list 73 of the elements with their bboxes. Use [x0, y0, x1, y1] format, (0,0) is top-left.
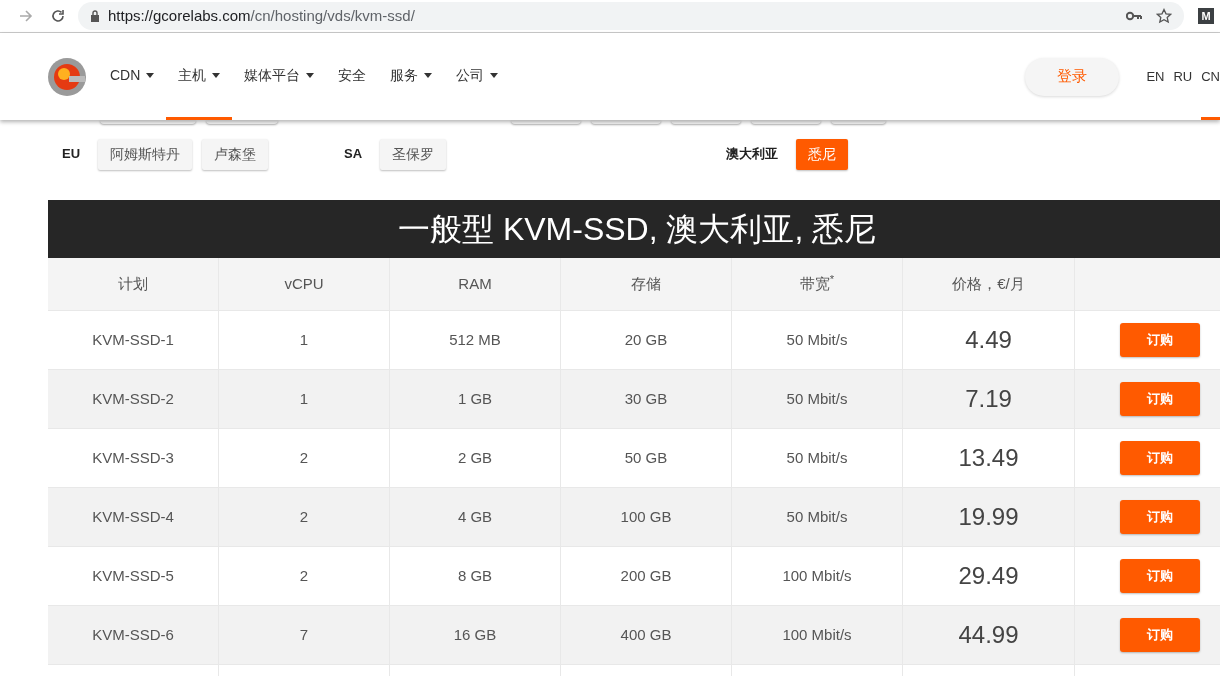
region-chip[interactable]	[511, 120, 581, 124]
language-link[interactable]: CN	[1201, 33, 1220, 120]
table-cell-text: KVM-SSD-6	[92, 624, 174, 645]
region-chip[interactable]	[751, 120, 821, 124]
table-cell-text: 30 GB	[624, 388, 668, 409]
price-cell-text: 4.49	[965, 325, 1012, 355]
price-cell-text: 13.49	[958, 443, 1019, 473]
location-button[interactable]: 阿姆斯特丹	[98, 138, 193, 170]
table-cell-text: 1	[299, 388, 309, 409]
url-text: https://gcorelabs.com/cn/hosting/vds/kvm-ssd/	[108, 5, 415, 26]
column-header: 存储	[631, 273, 661, 294]
table-cell-text: 7	[299, 624, 309, 645]
column-header: vCPU	[284, 273, 324, 294]
region-label: 澳大利亚	[726, 145, 778, 164]
region-chip[interactable]	[671, 120, 741, 124]
region-chip[interactable]	[206, 120, 278, 124]
reload-icon[interactable]	[50, 8, 66, 24]
region-chip[interactable]	[831, 120, 886, 124]
table-cell-text: KVM-SSD-1	[92, 329, 174, 350]
table-cell-text: 50 Mbit/s	[786, 447, 848, 468]
language-link[interactable]: RU	[1173, 33, 1193, 120]
price-cell-text: 19.99	[958, 502, 1019, 532]
table-cell-text: 2	[299, 565, 309, 586]
lock-icon	[90, 10, 100, 22]
price-cell-text: 29.49	[958, 561, 1019, 591]
table-cell-text: 400 GB	[620, 624, 672, 645]
table-cell-text: 50 GB	[624, 447, 668, 468]
column-header: RAM	[458, 273, 492, 294]
table-cell-text: 2	[299, 447, 309, 468]
table-cell-text: 2 GB	[457, 447, 493, 468]
star-icon[interactable]	[1156, 8, 1172, 24]
nav-item[interactable]: 安全	[326, 33, 379, 120]
table-cell-text: 100 GB	[620, 506, 672, 527]
table-cell-text: 1 GB	[457, 388, 493, 409]
table-cell-text: 8 GB	[457, 565, 493, 586]
logo-icon[interactable]	[47, 56, 87, 97]
column-header: 计划	[118, 273, 148, 294]
region-label: SA	[344, 145, 363, 164]
nav-item[interactable]: 服务	[378, 33, 445, 120]
table-cell-text: KVM-SSD-5	[92, 565, 174, 586]
nav-item[interactable]: 媒体平台	[232, 33, 327, 120]
table-cell-text: 1	[299, 329, 309, 350]
column-header: 价格，€/月	[952, 273, 1025, 294]
location-button[interactable]: 卢森堡	[202, 138, 269, 170]
table-cell-text: 100 Mbit/s	[782, 624, 852, 645]
table-cell-text: 16 GB	[453, 624, 497, 645]
table-cell-text: KVM-SSD-3	[92, 447, 174, 468]
forward-arrow-icon[interactable]	[18, 8, 34, 24]
table-cell-text: 50 Mbit/s	[786, 506, 848, 527]
region-label: EU	[62, 145, 81, 164]
nav-item[interactable]: CDN	[98, 33, 167, 120]
table-cell-text: 50 Mbit/s	[786, 388, 848, 409]
key-icon[interactable]	[1126, 11, 1142, 21]
table-cell-text: 100 Mbit/s	[782, 565, 852, 586]
extension-icon[interactable]: M	[1198, 8, 1214, 24]
table-cell-text: 20 GB	[624, 329, 668, 350]
location-button[interactable]: 圣保罗	[380, 138, 447, 170]
table-cell-text: KVM-SSD-4	[92, 506, 174, 527]
column-header: 带宽$^{*}$	[799, 272, 835, 294]
table-cell-text: KVM-SSD-2	[92, 388, 174, 409]
price-cell-text: 44.99	[958, 620, 1019, 650]
table-cell-text: 200 GB	[620, 565, 672, 586]
nav-item[interactable]: 公司	[444, 33, 511, 120]
table-cell-text: 2	[299, 506, 309, 527]
table-cell-text: 50 Mbit/s	[786, 329, 848, 350]
table-cell-text: 4 GB	[457, 506, 493, 527]
table-cell-text: 512 MB	[449, 329, 501, 350]
address-bar[interactable]: https://gcorelabs.com/cn/hosting/vds/kvm-ssd/	[78, 2, 1184, 30]
region-chip[interactable]	[591, 120, 661, 124]
language-link[interactable]: EN	[1146, 33, 1165, 120]
table-title: 一般型 KVM-SSD, 澳大利亚, 悉尼	[48, 200, 1220, 258]
region-chip[interactable]	[100, 120, 196, 124]
price-cell-text: 7.19	[965, 384, 1012, 414]
